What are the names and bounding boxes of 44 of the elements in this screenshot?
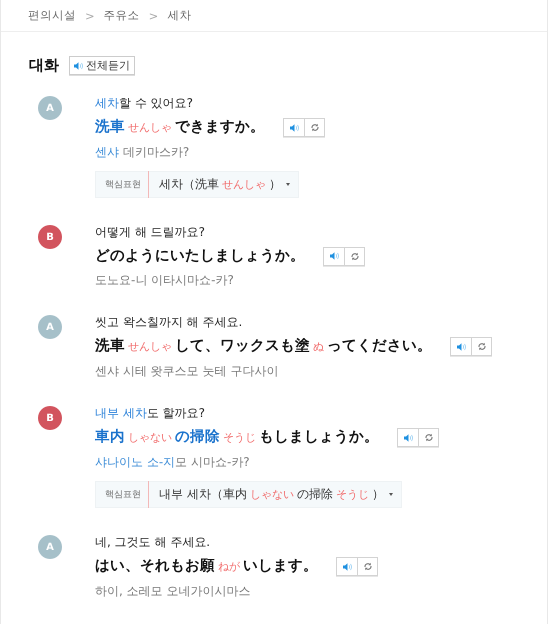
repeat-icon xyxy=(350,252,360,260)
key-expression-label: 핵심표현 xyxy=(105,481,149,508)
korean-sentence: 내부 세차도 할까요? xyxy=(95,405,206,421)
speaker-icon xyxy=(404,434,412,442)
expression-dropdown[interactable]: 내부 세차（車内 しゃない の掃除 そうじ ） xyxy=(149,486,401,503)
korean-sentence: 씻고 왁스칠까지 해 주세요. xyxy=(95,314,244,330)
speaker-avatar: A xyxy=(38,315,62,339)
japanese-sentence: 洗車 せんしゃ して、ワックスも塗 ぬ ってください。 xyxy=(95,336,432,356)
pronunciation-text: 센샤 데키마스카? xyxy=(95,144,190,160)
speaker-icon xyxy=(74,62,83,70)
korean-sentence: 네, 그것도 해 주세요. xyxy=(95,534,212,550)
breadcrumb-link[interactable]: 세차 xyxy=(167,8,192,23)
pronunciation-text: 하이, 소레모 오네가이시마스 xyxy=(95,583,252,599)
expression-dropdown[interactable]: 세차（洗車 せんしゃ ） xyxy=(149,176,298,193)
repeat-icon xyxy=(424,433,434,442)
caret-icon xyxy=(388,493,393,496)
breadcrumb-separator: > xyxy=(85,8,95,22)
speaker-avatar: A xyxy=(38,535,62,559)
speaker-icon xyxy=(330,252,338,260)
section-title: 대화 xyxy=(29,56,59,75)
korean-sentence: 어떻게 해 드릴까요? xyxy=(95,224,206,240)
japanese-sentence: 洗車 せんしゃ できますか。 xyxy=(95,118,265,137)
listen-all-button[interactable]: 전체듣기 xyxy=(69,56,135,75)
speaker-icon xyxy=(290,124,298,132)
speaker-icon xyxy=(456,342,466,350)
speaker-avatar: A xyxy=(38,96,62,120)
repeat-icon xyxy=(310,123,320,132)
repeat-icon xyxy=(362,562,372,571)
repeat-icon xyxy=(476,342,486,351)
japanese-sentence: はい、それもお願 ねが いします。 xyxy=(95,557,318,576)
breadcrumb-link[interactable]: 편의시설 xyxy=(28,8,76,23)
speaker-avatar: B xyxy=(38,406,62,430)
speaker-icon xyxy=(342,562,352,570)
caret-icon xyxy=(286,183,290,186)
korean-sentence: 세차할 수 있어요? xyxy=(95,95,194,111)
breadcrumb-separator: > xyxy=(148,8,158,22)
breadcrumb-link[interactable]: 주유소 xyxy=(104,8,140,23)
pronunciation-text: 센샤 시테 왓쿠스모 눗테 구다사이 xyxy=(95,363,280,379)
japanese-sentence: どのようにいたしましょうか。 xyxy=(95,247,305,266)
pronunciation-text: 도노요-니 이타시마쇼-카? xyxy=(95,272,235,288)
pronunciation-text: 샤나이노 소-지모 시마쇼-카? xyxy=(95,454,251,470)
key-expression-label: 핵심표현 xyxy=(105,171,149,198)
japanese-sentence: 車内 しゃない の掃除 そうじ もしましょうか。 xyxy=(95,428,379,447)
speaker-avatar: B xyxy=(38,225,62,249)
